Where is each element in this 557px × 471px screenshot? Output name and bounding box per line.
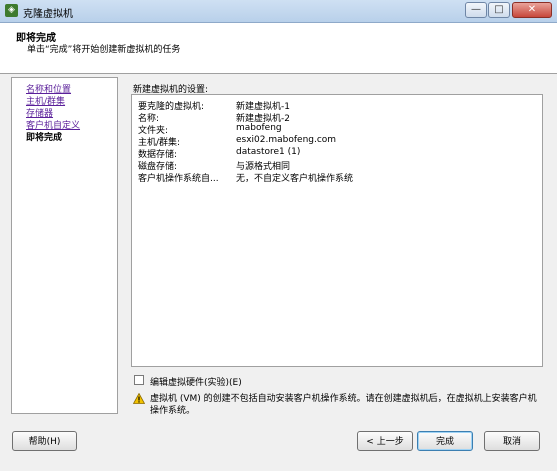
- setting-value: datastore1 (1): [236, 147, 301, 157]
- window-title: 克隆虚拟机: [23, 9, 73, 20]
- setting-value: mabofeng: [236, 123, 282, 133]
- settings-summary-panel: 要克隆的虚拟机: 新建虚拟机-1 名称: 新建虚拟机-2 文件夹: mabofe…: [131, 94, 543, 367]
- guest-os-warning-text: 虚拟机 (VM) 的创建不包括自动安装客户机操作系统。请在创建虚拟机后，在虚拟机…: [150, 394, 537, 416]
- warning-icon: [133, 393, 145, 404]
- step-description: 单击“完成”将开始创建新虚拟机的任务: [27, 45, 181, 55]
- setting-key: 客户机操作系统自...: [138, 174, 219, 184]
- setting-value: esxi02.mabofeng.com: [236, 135, 337, 145]
- edit-virtual-hardware-label[interactable]: 编辑虚拟硬件(实验)(E): [150, 375, 242, 388]
- help-button[interactable]: 帮助(H): [12, 431, 77, 451]
- setting-value: 无，不自定义客户机操作系统: [236, 174, 354, 184]
- close-button[interactable]: ✕: [512, 2, 552, 18]
- cancel-button[interactable]: 取消: [484, 431, 540, 451]
- maximize-button[interactable]: □: [488, 2, 510, 18]
- nav-item-ready-to-complete: 即将完成: [26, 133, 63, 143]
- back-button[interactable]: < 上一步: [357, 431, 413, 451]
- vm-clone-icon: ◈: [5, 4, 18, 17]
- wizard-step-nav: 名称和位置 主机/群集 存储器 客户机自定义 即将完成: [11, 77, 118, 414]
- window-title-bar: ◈ 克隆虚拟机 — □ ✕: [0, 0, 557, 23]
- finish-button[interactable]: 完成: [417, 431, 473, 451]
- edit-virtual-hardware-checkbox[interactable]: [134, 375, 144, 385]
- minimize-button[interactable]: —: [465, 2, 487, 18]
- wizard-header: 即将完成 单击“完成”将开始创建新虚拟机的任务: [0, 23, 557, 74]
